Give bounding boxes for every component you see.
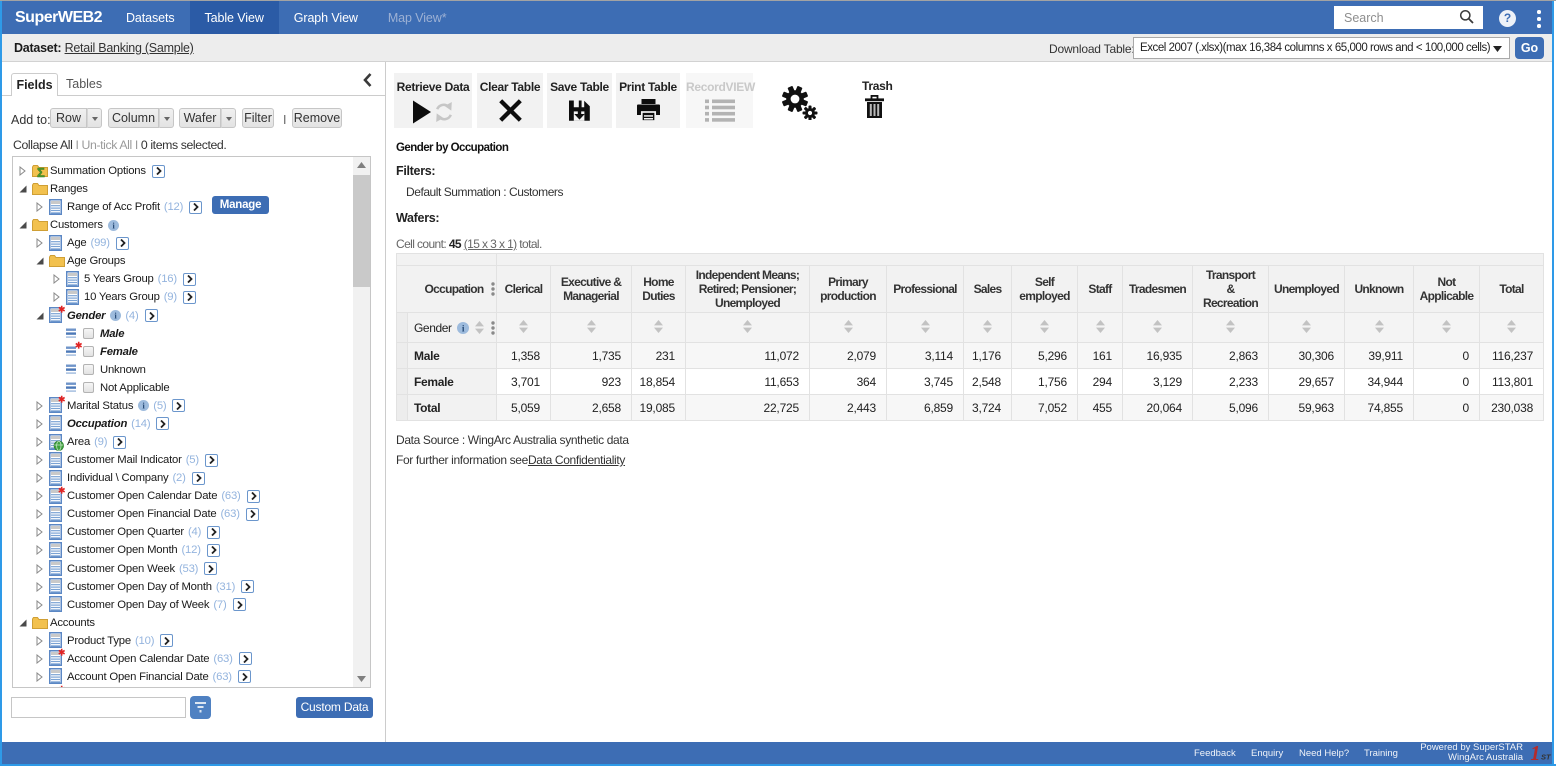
svg-text:Σ: Σ [37,165,45,178]
svg-text:1: 1 [1531,744,1541,762]
svg-text:ST: ST [1541,753,1552,762]
